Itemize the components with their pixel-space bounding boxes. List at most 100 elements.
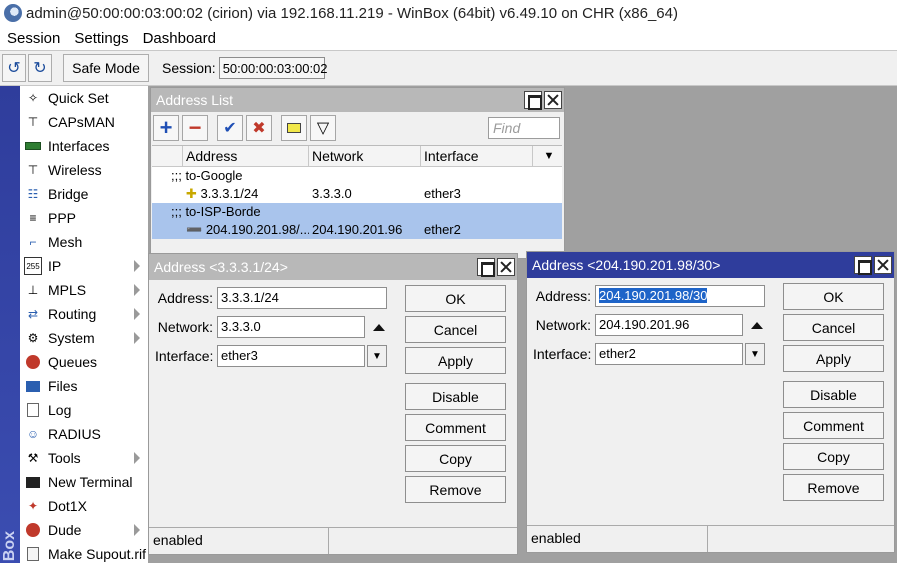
apply-button[interactable]: Apply xyxy=(783,345,884,372)
session-value[interactable]: 50:00:00:03:00:02 xyxy=(218,57,328,79)
winbox-strip-text: Box xyxy=(1,530,18,561)
safe-mode-button[interactable]: Safe Mode xyxy=(63,54,149,82)
dialog2-titlebar[interactable]: Address <204.190.201.98/30> xyxy=(527,252,894,278)
sidebar-item-ppp[interactable]: ≡ PPP xyxy=(20,206,148,230)
col-network[interactable]: Network xyxy=(309,146,421,166)
interface-select[interactable]: ether2 xyxy=(595,343,743,365)
sidebar-item-ip[interactable]: 255 IP xyxy=(20,254,148,278)
sidebar-item-label: RADIUS xyxy=(48,426,101,442)
add-icon[interactable]: + xyxy=(153,115,179,141)
maximize-icon[interactable] xyxy=(854,256,872,275)
sidebar-item-label: Routing xyxy=(48,306,97,322)
enable-check-icon[interactable]: ✔ xyxy=(217,115,243,141)
sidebar-item-system[interactable]: ⚙ System xyxy=(20,326,148,350)
sidebar-item-mesh[interactable]: ⌐ Mesh xyxy=(20,230,148,254)
network-field-row: Network: 204.190.201.96 xyxy=(533,314,763,336)
close-icon[interactable] xyxy=(874,256,892,274)
interface-label: Interface: xyxy=(155,348,214,364)
ok-button[interactable]: OK xyxy=(783,283,884,310)
ppp-icon: ≡ xyxy=(29,211,37,225)
disable-button[interactable]: Disable xyxy=(783,381,884,408)
table-row[interactable]: ➖ 204.190.201.98/... 204.190.201.96 ethe… xyxy=(152,221,562,239)
columns-dropdown-icon[interactable]: ▼ xyxy=(533,146,562,166)
remove-button[interactable]: Remove xyxy=(783,474,884,501)
sidebar-item-new-terminal[interactable]: New Terminal xyxy=(20,470,148,494)
address-list-title: Address List xyxy=(156,92,234,108)
disable-button[interactable]: Disable xyxy=(405,383,506,410)
network-input[interactable]: 3.3.3.0 xyxy=(217,316,365,338)
find-input[interactable]: Find xyxy=(488,117,560,139)
sidebar-item-wireless[interactable]: ⊤ Wireless xyxy=(20,158,148,182)
copy-button[interactable]: Copy xyxy=(405,445,506,472)
table-row[interactable]: ✚ 3.3.3.1/24 3.3.3.0 ether3 xyxy=(152,185,562,203)
dropdown-icon[interactable]: ▼ xyxy=(367,345,387,367)
col-address[interactable]: Address xyxy=(183,146,309,166)
address-field-row: Address: 204.190.201.98/30 xyxy=(533,285,765,307)
address-input[interactable]: 3.3.3.1/24 xyxy=(217,287,387,309)
comment-icon[interactable] xyxy=(281,115,307,141)
menu-session[interactable]: Session xyxy=(0,30,67,47)
sidebar-item-interfaces[interactable]: Interfaces xyxy=(20,134,148,158)
sidebar-item-log[interactable]: Log xyxy=(20,398,148,422)
undo-icon[interactable]: ↺ xyxy=(2,54,26,82)
sidebar-item-quick-set[interactable]: ✧ Quick Set xyxy=(20,86,148,110)
dropdown-icon[interactable]: ▼ xyxy=(745,343,765,365)
address-input[interactable]: 204.190.201.98/30 xyxy=(595,285,765,307)
menu-dashboard[interactable]: Dashboard xyxy=(136,30,223,47)
sidebar-item-label: Mesh xyxy=(48,234,83,250)
collapse-up-icon[interactable] xyxy=(751,321,763,329)
sidebar-item-files[interactable]: Files xyxy=(20,374,148,398)
cancel-button[interactable]: Cancel xyxy=(783,314,884,341)
interface-select[interactable]: ether3 xyxy=(217,345,365,367)
sidebar-item-mpls[interactable]: ⊥ MPLS xyxy=(20,278,148,302)
close-icon[interactable] xyxy=(544,91,562,109)
status-cell xyxy=(708,526,894,552)
apply-button[interactable]: Apply xyxy=(405,347,506,374)
comment-button[interactable]: Comment xyxy=(405,414,506,441)
queues-icon xyxy=(24,353,42,371)
sidebar-item-radius[interactable]: ☺ RADIUS xyxy=(20,422,148,446)
sidebar-item-bridge[interactable]: ☷ Bridge xyxy=(20,182,148,206)
cell-interface: ether2 xyxy=(424,222,461,237)
filter-icon[interactable]: ▽ xyxy=(310,115,336,141)
collapse-up-icon[interactable] xyxy=(373,323,385,331)
remove-button[interactable]: Remove xyxy=(405,476,506,503)
remove-icon[interactable]: − xyxy=(182,115,208,141)
sidebar-item-routing[interactable]: ⇄ Routing xyxy=(20,302,148,326)
menu-settings[interactable]: Settings xyxy=(67,30,135,47)
sidebar-item-label: Quick Set xyxy=(48,90,109,106)
sidebar-item-tools[interactable]: ⚒ Tools xyxy=(20,446,148,470)
close-icon[interactable] xyxy=(497,258,515,276)
maximize-icon[interactable] xyxy=(524,91,542,110)
comment-button[interactable]: Comment xyxy=(783,412,884,439)
sidebar-item-queues[interactable]: Queues xyxy=(20,350,148,374)
sidebar-item-dot1x[interactable]: ✦ Dot1X xyxy=(20,494,148,518)
table-row[interactable]: ;;; to-Google xyxy=(152,167,562,185)
window-titlebar: admin@50:00:00:03:00:02 (cirion) via 192… xyxy=(0,0,897,26)
copy-button[interactable]: Copy xyxy=(783,443,884,470)
table-row[interactable]: ;;; to-ISP-Borde xyxy=(152,203,562,221)
sidebar-item-label: Files xyxy=(48,378,78,394)
network-input[interactable]: 204.190.201.96 xyxy=(595,314,743,336)
comment-text: ;;; to-ISP-Borde xyxy=(171,204,261,219)
col-flags xyxy=(152,146,183,166)
disable-x-icon[interactable]: ✖ xyxy=(246,115,272,141)
dialog1-titlebar[interactable]: Address <3.3.3.1/24> xyxy=(149,254,517,280)
interface-field-row: Interface: ether2 ▼ xyxy=(533,343,765,365)
maximize-icon[interactable] xyxy=(477,258,495,277)
status-text: enabled xyxy=(149,528,329,554)
log-icon xyxy=(24,401,42,419)
ok-button[interactable]: OK xyxy=(405,285,506,312)
address-list-titlebar[interactable]: Address List xyxy=(151,88,564,112)
winbox-logo-icon xyxy=(4,4,22,22)
folder-icon xyxy=(24,377,42,395)
sidebar-item-label: Wireless xyxy=(48,162,102,178)
sidebar-item-make-supout[interactable]: Make Supout.rif xyxy=(20,542,148,563)
sidebar-item-dude[interactable]: Dude xyxy=(20,518,148,542)
cancel-button[interactable]: Cancel xyxy=(405,316,506,343)
dialog2-title: Address <204.190.201.98/30> xyxy=(532,257,721,273)
col-interface[interactable]: Interface xyxy=(421,146,533,166)
redo-icon[interactable]: ↻ xyxy=(28,54,52,82)
sidebar-item-capsman[interactable]: ⊤ CAPsMAN xyxy=(20,110,148,134)
submenu-arrow-icon xyxy=(134,260,140,272)
